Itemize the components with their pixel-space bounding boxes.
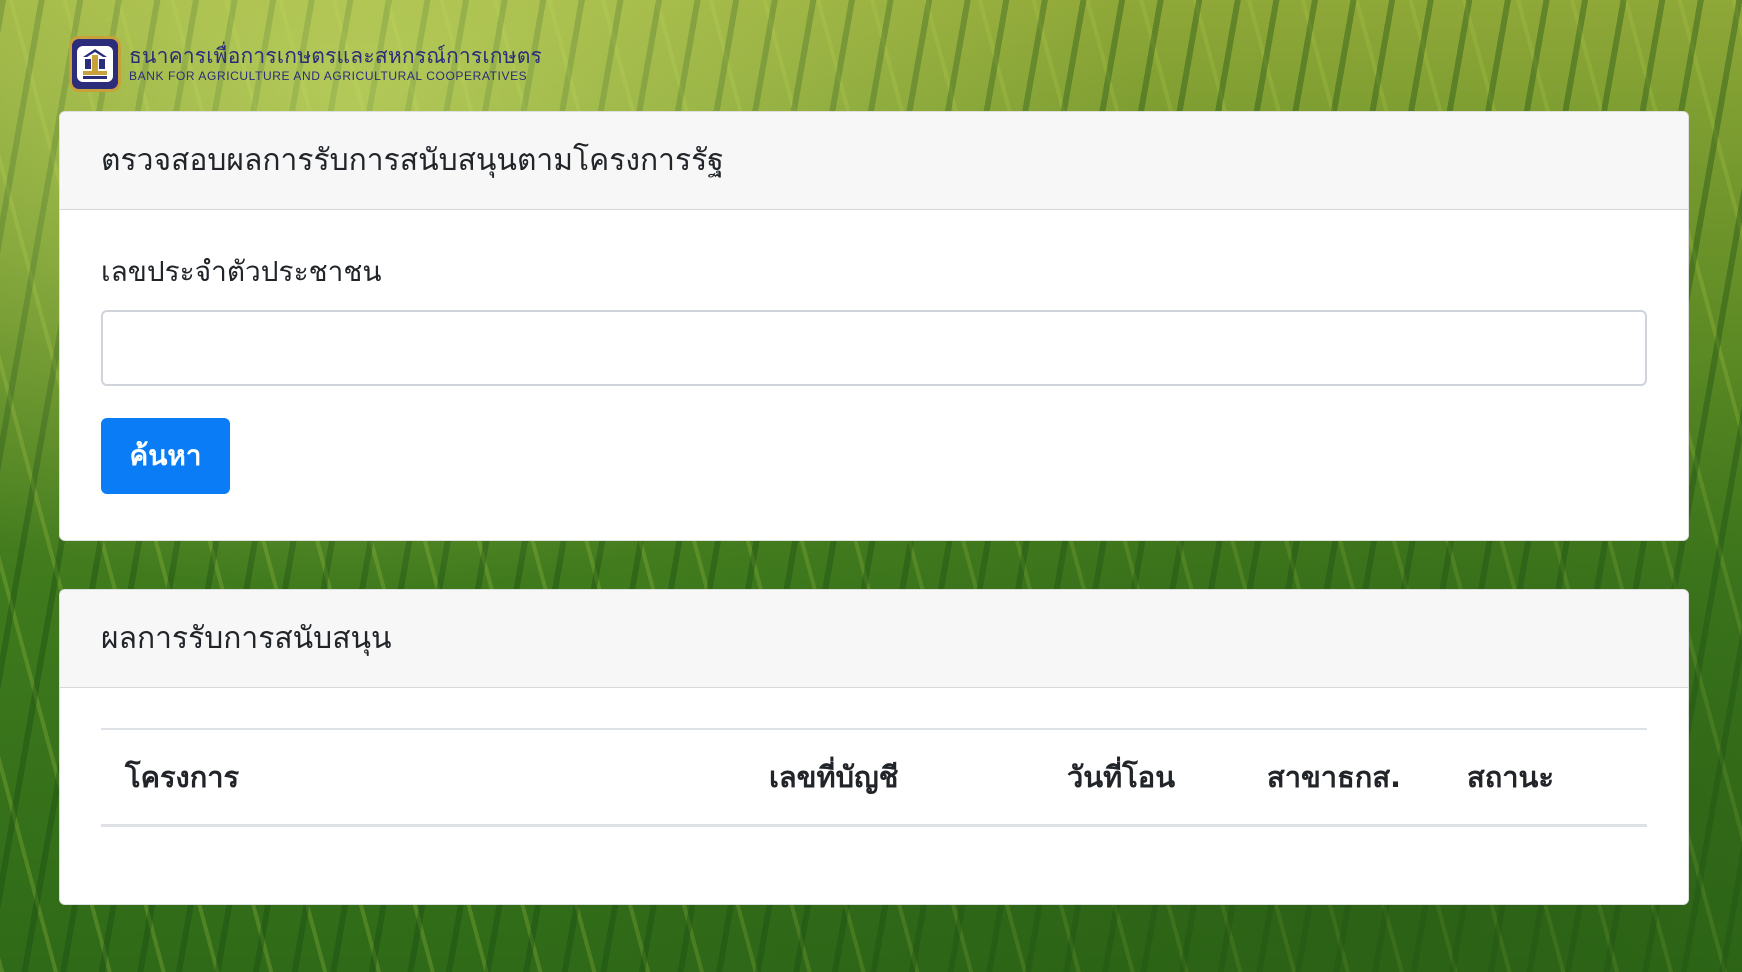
results-card-body: โครงการ เลขที่บัญชี วันที่โอน สาขาธกส. ส… <box>60 728 1688 827</box>
column-header-account-number: เลขที่บัญชี <box>745 728 1043 827</box>
logo-english-name: BANK FOR AGRICULTURE AND AGRICULTURAL CO… <box>129 69 528 83</box>
baac-emblem-icon <box>69 36 121 92</box>
page-background: ธนาคารเพื่อการเกษตรและสหกรณ์การเกษตร BAN… <box>0 0 1742 972</box>
column-header-status: สถานะ <box>1443 728 1647 827</box>
search-card-header: ตรวจสอบผลการรับการสนับสนุนตามโครงการรัฐ <box>60 112 1688 210</box>
citizen-id-label: เลขประจำตัวประชาชน <box>101 255 382 288</box>
column-header-baac-branch: สาขาธกส. <box>1243 728 1443 827</box>
results-table: โครงการ เลขที่บัญชี วันที่โอน สาขาธกส. ส… <box>101 728 1647 827</box>
column-header-transfer-date: วันที่โอน <box>1043 728 1243 827</box>
logo-thai-name: ธนาคารเพื่อการเกษตรและสหกรณ์การเกษตร <box>129 44 543 68</box>
search-button[interactable]: ค้นหา <box>101 418 230 494</box>
search-card-body: เลขประจำตัวประชาชน ค้นหา <box>60 252 1688 494</box>
search-card-title: ตรวจสอบผลการรับการสนับสนุนตามโครงการรัฐ <box>101 143 724 178</box>
baac-logo: ธนาคารเพื่อการเกษตรและสหกรณ์การเกษตร BAN… <box>69 36 542 92</box>
results-table-header-row: โครงการ เลขที่บัญชี วันที่โอน สาขาธกส. ส… <box>101 728 1647 827</box>
results-card-header: ผลการรับการสนับสนุน <box>60 590 1688 688</box>
results-card: ผลการรับการสนับสนุน โครงการ เลขที่บัญชี … <box>59 589 1689 905</box>
citizen-id-input[interactable] <box>101 310 1647 386</box>
search-card: ตรวจสอบผลการรับการสนับสนุนตามโครงการรัฐ … <box>59 111 1689 541</box>
column-header-project: โครงการ <box>101 728 745 827</box>
results-card-title: ผลการรับการสนับสนุน <box>101 621 392 656</box>
